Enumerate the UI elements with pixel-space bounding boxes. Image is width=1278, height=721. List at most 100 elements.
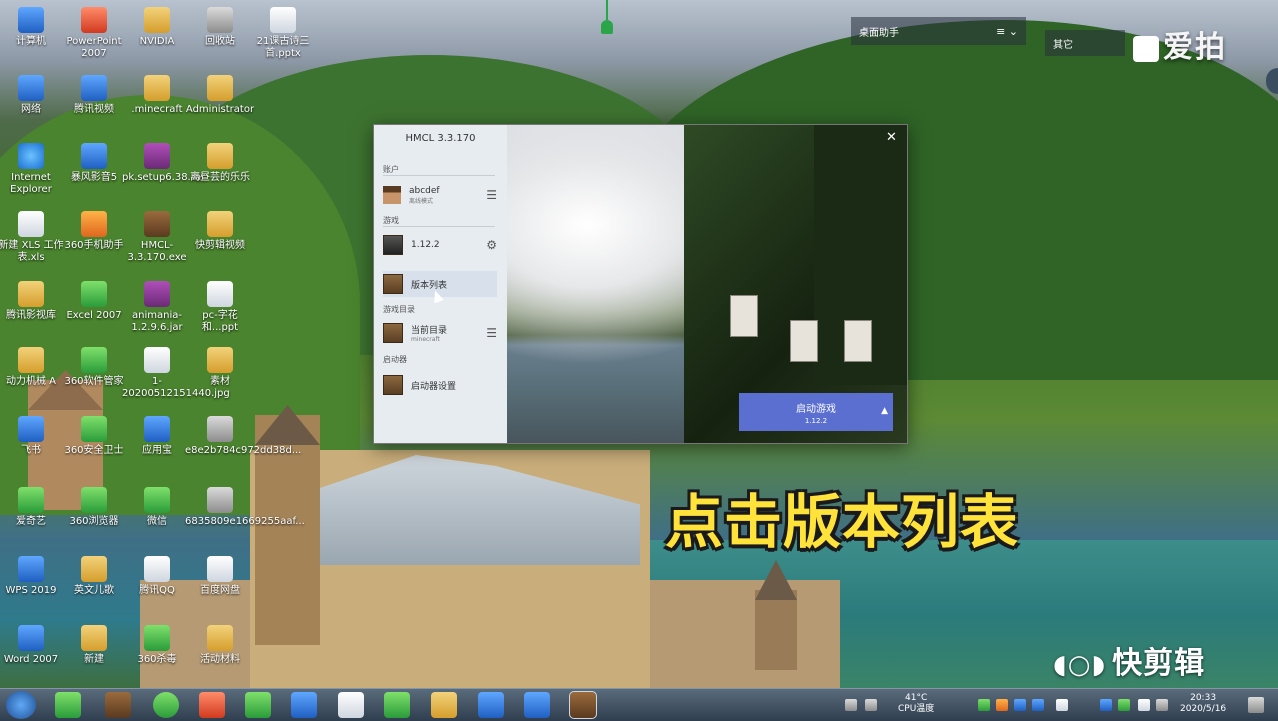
desktop-icon[interactable]: 应用宝 [122, 416, 192, 457]
ie-taskbar-icon[interactable] [153, 692, 179, 718]
desktop-icon[interactable]: 微信 [122, 487, 192, 528]
desktop-icon[interactable]: 动力机械 A [0, 347, 66, 388]
cpu-temp-readout[interactable]: 41°C CPU温度 [898, 693, 934, 715]
launcher-settings-item[interactable]: 启动器设置 [383, 372, 497, 398]
aipai-taskbar-icon[interactable] [524, 692, 550, 718]
desktop-icon[interactable]: 360浏览器 [59, 487, 129, 528]
game-version-item[interactable]: 1.12.2 ⚙ [383, 232, 497, 258]
aipai-logo-icon [1133, 35, 1159, 62]
desktop-icon[interactable]: Administrator [185, 75, 255, 116]
desktop-icon[interactable]: NVIDIA [122, 7, 192, 48]
desktop-icon[interactable]: 腾讯QQ [122, 556, 192, 597]
cpu-temp-value: 41°C [905, 693, 928, 703]
desktop-icon[interactable]: 腾讯视频 [59, 75, 129, 116]
hmcl-taskbar-icon-active[interactable] [569, 691, 597, 719]
desktop-icon[interactable]: 计算机 [0, 7, 66, 48]
keyboard-icon[interactable] [845, 699, 857, 711]
tray-app-icon[interactable] [1014, 699, 1026, 711]
account-item[interactable]: abcdef 离线模式 ☰ [383, 182, 497, 208]
desktop-icon[interactable]: e8e2b784c972dd38d... [185, 416, 302, 457]
desktop-icon[interactable]: 360软件管家 [59, 347, 129, 388]
desktop-icon[interactable]: 快剪辑视频 [185, 211, 255, 252]
feishu-taskbar-icon[interactable] [291, 692, 317, 718]
explorer-taskbar-icon[interactable] [431, 692, 457, 718]
folder-icon [81, 625, 107, 651]
network-icon[interactable] [1138, 699, 1150, 711]
desktop-icon[interactable]: 1-20200512151440.jpg [122, 347, 230, 400]
desktop-icon-label: pc-字花和...ppt [201, 310, 239, 333]
360-browser-taskbar-icon[interactable] [55, 692, 81, 718]
bluetooth-icon[interactable] [1100, 699, 1112, 711]
desktop-icon-label: e8e2b784c972dd38d... [185, 445, 302, 456]
desktop-icon[interactable]: 腾讯影视库 [0, 281, 66, 322]
start-button[interactable] [6, 691, 36, 719]
shield-icon[interactable] [1118, 699, 1130, 711]
excel-icon [81, 281, 107, 307]
desktop-icon[interactable]: 活动材料 [185, 625, 255, 666]
desktop-icon[interactable]: 暴风影音5 [59, 143, 129, 184]
chest-icon [383, 323, 403, 343]
ime-icon[interactable] [1032, 699, 1044, 711]
desktop-icon[interactable]: 飞书 [0, 416, 66, 457]
desktop-icon[interactable]: pc-字花和...ppt [185, 281, 255, 334]
launch-game-button[interactable]: 启动游戏 1.12.2 ▲ [739, 393, 893, 431]
desktop-assistant-label: 桌面助手 [859, 27, 899, 39]
menu-icon[interactable]: ≡ ⌄ [996, 25, 1018, 38]
desktop-icon[interactable]: Word 2007 [0, 625, 66, 666]
desktop-icon[interactable]: 新建 [59, 625, 129, 666]
side-panel-toggle[interactable] [1266, 68, 1278, 94]
desktop-icon-label: HMCL-3.3.170.exe [127, 240, 187, 263]
desktop-icon[interactable]: HMCL-3.3.170.exe [122, 211, 192, 264]
volume-icon[interactable] [1056, 699, 1068, 711]
desktop-icon[interactable]: 360手机助手 [59, 211, 129, 252]
desktop-icon[interactable]: 360杀毒 [122, 625, 192, 666]
desktop-icon[interactable]: 新建 XLS 工作表.xls [0, 211, 66, 264]
taskbar: 41°C CPU温度 20:33 2020/5/16 [0, 688, 1278, 721]
desktop-icon[interactable]: 网络 [0, 75, 66, 116]
current-dir-item[interactable]: 当前目录 minecraft ☰ [383, 320, 497, 346]
desktop-icon[interactable]: 360安全卫士 [59, 416, 129, 457]
desktop-icon[interactable]: Internet Explorer [0, 143, 66, 196]
desktop-icon[interactable]: 爱奇艺 [0, 487, 66, 528]
desktop-icon[interactable]: 素材 [185, 347, 255, 388]
desktop-icon[interactable]: 离昼芸的乐乐 [185, 143, 255, 184]
recycle-bin-icon [207, 7, 233, 33]
tray-app-icon[interactable] [996, 699, 1008, 711]
desktop-icon[interactable]: 英文儿歌 [59, 556, 129, 597]
list-icon[interactable]: ☰ [486, 188, 497, 202]
antivirus-icon [144, 625, 170, 651]
desktop-icon[interactable]: 21课古诗三首.pptx [248, 7, 318, 60]
desktop-icon[interactable]: 6835809e1669255aaf... [185, 487, 305, 528]
security-tray-icon[interactable] [978, 699, 990, 711]
show-desktop-button[interactable] [1248, 697, 1264, 713]
desktop-icon[interactable]: 百度网盘 [185, 556, 255, 597]
desktop-icon[interactable]: WPS 2019 [0, 556, 66, 597]
gear-icon[interactable]: ⚙ [486, 238, 497, 252]
clock[interactable]: 20:33 2020/5/16 [1180, 693, 1226, 715]
desktop-icon-label: 微信 [147, 516, 167, 527]
close-icon[interactable]: ✕ [886, 130, 897, 145]
desktop-icon[interactable]: animania-1.2.9.6.jar [122, 281, 192, 334]
desktop-icon[interactable]: Excel 2007 [59, 281, 129, 322]
hmcl-launcher-window: HMCL 3.3.170 账户 abcdef 离线模式 ☰ 游戏 1.12.2 ⚙… [373, 124, 908, 444]
desktop-icon[interactable]: 回收站 [185, 7, 255, 48]
castle-tower [755, 590, 797, 670]
chevron-up-icon[interactable]: ▲ [881, 406, 888, 416]
sogou-taskbar-icon[interactable] [199, 692, 225, 718]
iqiyi-taskbar-icon[interactable] [384, 692, 410, 718]
shield-icon [81, 416, 107, 442]
folder-icon [207, 143, 233, 169]
cloud-drive-taskbar-icon[interactable] [338, 692, 364, 718]
list-icon[interactable]: ☰ [486, 326, 497, 340]
feishu-taskbar-icon[interactable] [478, 692, 504, 718]
minecraft-taskbar-icon[interactable] [105, 692, 131, 718]
action-center-icon[interactable] [1156, 699, 1168, 711]
desktop-assistant-bar[interactable]: 桌面助手 ≡ ⌄ [851, 17, 1026, 45]
wechat-taskbar-icon[interactable] [245, 692, 271, 718]
desktop-icon[interactable]: .minecraft [122, 75, 192, 116]
tray-app-icon[interactable] [865, 699, 877, 711]
launch-version: 1.12.2 [804, 417, 828, 425]
desktop-icon[interactable]: PowerPoint 2007 [59, 7, 129, 60]
other-widget[interactable]: 其它 [1045, 30, 1125, 56]
desktop-icon[interactable]: pk.setup6.38.rar [122, 143, 205, 184]
